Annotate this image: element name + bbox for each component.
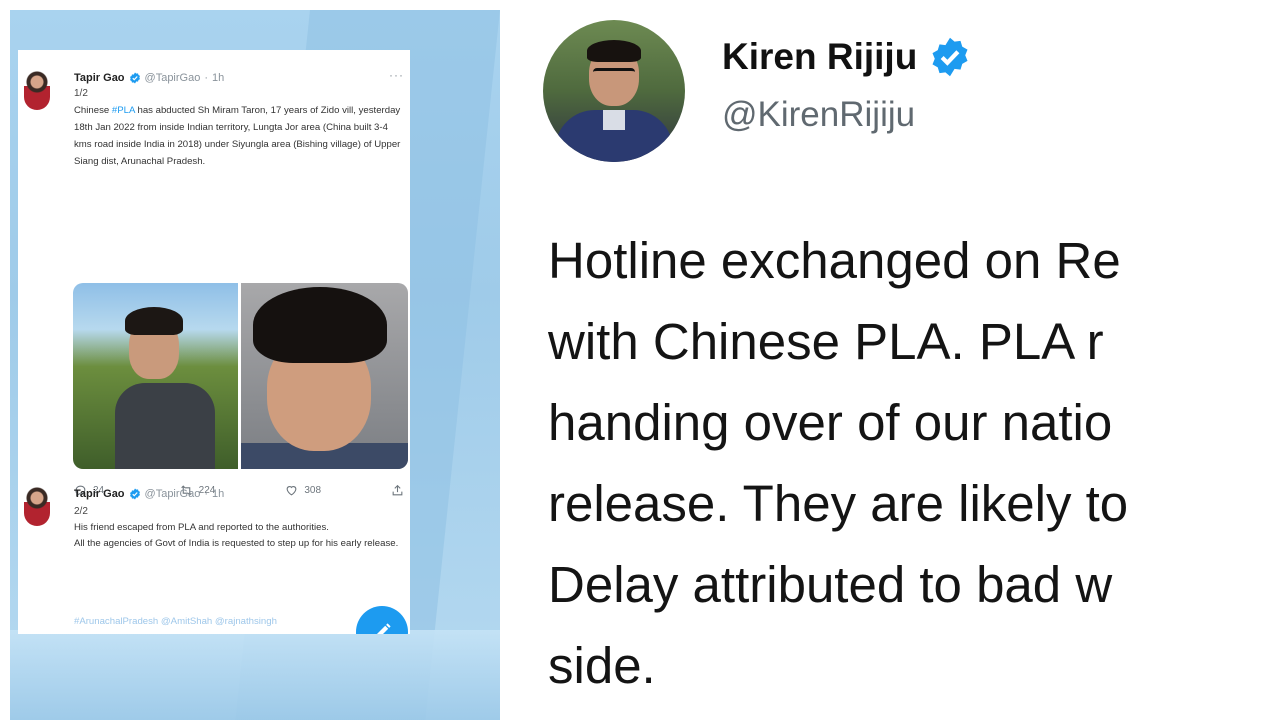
embedded-screenshot-panel: Tapir Gao @TapirGao · 1h ··· 1/2 Chinese… <box>10 10 500 720</box>
tweet-text-line: release. They are likely to <box>548 475 1129 532</box>
thread-count: 2/2 <box>74 506 88 517</box>
thread-tweet-1[interactable]: Tapir Gao @TapirGao · 1h ··· 1/2 Chinese… <box>18 62 410 497</box>
tweet-photo-2[interactable] <box>241 283 408 469</box>
hashtag-link[interactable]: #PLA <box>112 105 135 116</box>
tweet-text-prefix: Chinese <box>74 105 112 116</box>
tweet-text: His friend escaped from PLA and reported… <box>74 520 404 552</box>
separator-dot: · <box>204 72 209 84</box>
thread-count: 1/2 <box>74 88 88 99</box>
tweet-text-line: All the agencies of Govt of India is req… <box>74 538 399 549</box>
tweet-text-line: side. <box>548 637 656 694</box>
verified-badge-icon <box>129 72 140 84</box>
compose-icon <box>376 623 391 634</box>
thread-tweet-2[interactable]: Tapir Gao @TapirGao · 1h 2/2 His friend … <box>18 478 410 634</box>
tweet-photo-1[interactable] <box>73 283 238 469</box>
main-tweet-text: Hotline exchanged on Re with Chinese PLA… <box>548 220 1280 706</box>
tweet-text-line: handing over of our natio <box>548 394 1113 451</box>
verified-badge-icon <box>932 37 968 77</box>
main-author-avatar[interactable] <box>543 20 685 162</box>
tweet-text-line: Delay attributed to bad w <box>548 556 1113 613</box>
author-handle[interactable]: @TapirGao <box>145 72 201 84</box>
tweet-time[interactable]: 1h <box>212 72 224 84</box>
tweet-time[interactable]: 1h <box>212 488 224 500</box>
tweet-text: Chinese #PLA has abducted Sh Miram Taron… <box>74 102 404 170</box>
faded-hashtags[interactable]: #ArunachalPradesh @AmitShah @rajnathsing… <box>74 616 277 627</box>
author-name[interactable]: Tapir Gao <box>74 488 125 500</box>
background-band <box>10 630 500 720</box>
main-author-name-row: Kiren Rijiju <box>722 36 971 78</box>
main-author-name[interactable]: Kiren Rijiju <box>722 36 917 78</box>
main-author-handle[interactable]: @KirenRijiju <box>722 95 915 135</box>
tweet-header: Tapir Gao @TapirGao · 1h <box>74 488 224 500</box>
tweet-media[interactable] <box>73 283 408 469</box>
tweet-text-line: Hotline exchanged on Re <box>548 232 1121 289</box>
more-icon[interactable]: ··· <box>389 68 404 82</box>
author-handle[interactable]: @TapirGao <box>145 488 201 500</box>
tweet-thread-card: Tapir Gao @TapirGao · 1h ··· 1/2 Chinese… <box>18 50 410 634</box>
author-avatar[interactable] <box>24 70 50 110</box>
tweet-text-line: with Chinese PLA. PLA r <box>548 313 1104 370</box>
separator-dot: · <box>204 488 209 500</box>
compose-button[interactable] <box>356 606 408 634</box>
author-avatar[interactable] <box>24 486 50 526</box>
tweet-text-line: His friend escaped from PLA and reported… <box>74 522 329 533</box>
verified-badge-icon <box>129 488 140 500</box>
author-name[interactable]: Tapir Gao <box>74 72 125 84</box>
tweet-header: Tapir Gao @TapirGao · 1h <box>74 72 224 84</box>
